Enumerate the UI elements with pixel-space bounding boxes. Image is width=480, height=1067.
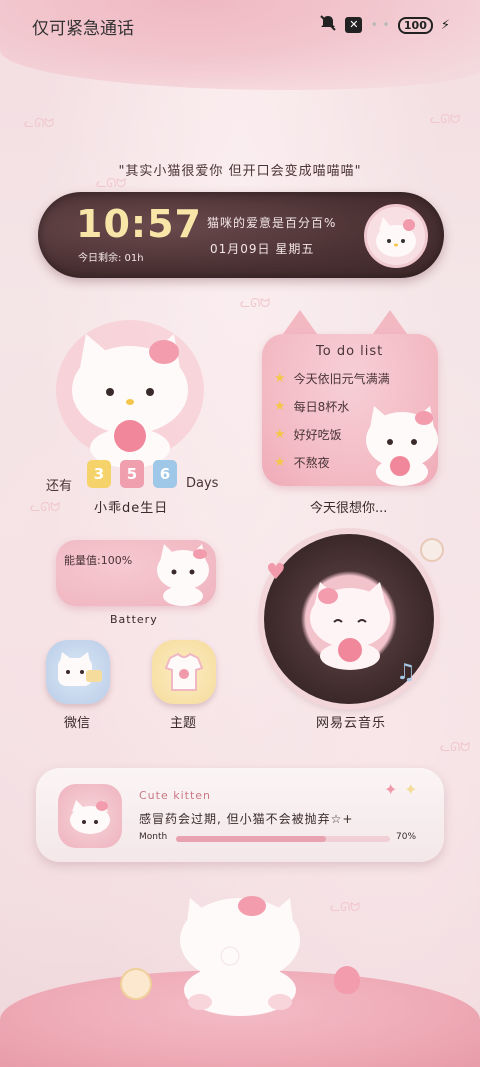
quote-text: "其实小猫很爱你 但开口会变成喵喵喵" xyxy=(118,164,362,179)
music-kitty-image xyxy=(298,570,402,674)
mute-bell-icon xyxy=(319,14,337,36)
bottom-kitty-image xyxy=(166,890,314,1020)
music-note-icon: ♫ xyxy=(396,660,416,685)
birthday-digit: 3 xyxy=(87,460,111,488)
todo-title: To do list xyxy=(316,344,384,359)
sparkle-icon: ✦ xyxy=(404,780,418,799)
tonearm-icon xyxy=(420,538,444,562)
todo-item-text: 每日8杯水 xyxy=(293,400,350,414)
x-status-icon: ✕ xyxy=(345,17,363,33)
todo-item-text: 好好吃饭 xyxy=(293,428,342,442)
background-kitty-icon: ᓚᘏᗢ xyxy=(240,296,271,310)
background-kitty-icon: ᓚᘏᗢ xyxy=(440,740,471,754)
player-month-label: Month xyxy=(139,832,168,842)
todo-item[interactable]: ★ 好好吃饭 xyxy=(274,426,342,443)
wechat-app-label: 微信 xyxy=(64,716,91,731)
birthday-suffix: Days xyxy=(186,476,219,491)
todo-item[interactable]: ★ 今天依旧元气满满 xyxy=(274,370,390,387)
heart-icon: ♥ xyxy=(266,560,286,585)
birthday-prefix: 还有 xyxy=(46,479,73,494)
star-icon: ★ xyxy=(274,455,286,470)
swirl-candy-icon xyxy=(120,968,152,1000)
clock-date: 01月09日 星期五 xyxy=(210,242,315,256)
birthday-name: 小乖de生日 xyxy=(94,501,169,516)
background-kitty-icon: ᓚᘏᗢ xyxy=(330,900,361,914)
background-kitty-icon: ᓚᘏᗢ xyxy=(24,116,55,130)
todo-caption: 今天很想你... xyxy=(310,501,388,516)
star-icon: ★ xyxy=(274,399,286,414)
theme-app-label: 主题 xyxy=(170,716,197,731)
clock-message: 猫咪的爱意是百分百% xyxy=(207,216,337,230)
background-kitty-icon: ᓚᘏᗢ xyxy=(30,500,61,514)
birthday-digit: 6 xyxy=(153,460,177,488)
player-lyric: 感冒药会过期, 但小猫不会被抛弃☆+ xyxy=(139,812,354,826)
energy-label: 能量值:100% xyxy=(64,554,133,567)
player-progress-fill xyxy=(176,836,326,842)
sparkle-icon: ✦ xyxy=(384,780,398,799)
todo-item-text: 今天依旧元气满满 xyxy=(293,372,390,386)
theme-shirt-icon xyxy=(164,652,204,691)
player-song-title: Cute kitten xyxy=(139,789,212,802)
wechat-kitty-icon xyxy=(58,652,102,686)
battery-icon: 100 xyxy=(397,16,433,34)
status-icons: ✕ • • 100 ⚡ xyxy=(319,14,450,36)
music-caption: 网易云音乐 xyxy=(316,716,387,731)
todo-item[interactable]: ★ 不熬夜 xyxy=(274,454,330,471)
todo-item[interactable]: ★ 每日8杯水 xyxy=(274,398,349,415)
background-kitty-icon: ᓚᘏᗢ xyxy=(430,112,461,126)
carrier-text: 仅可紧急通话 xyxy=(32,19,134,39)
kitty-avatar xyxy=(364,204,428,268)
star-icon: ★ xyxy=(274,427,286,442)
theme-app-icon[interactable] xyxy=(152,640,216,704)
birthday-digit: 5 xyxy=(120,460,144,488)
player-progress-bar[interactable] xyxy=(176,836,390,842)
battery-caption: Battery xyxy=(110,613,158,626)
todo-kitty-image xyxy=(356,400,446,488)
player-percent-label: 70% xyxy=(396,832,417,842)
player-album-art[interactable] xyxy=(58,784,122,848)
status-bar: 仅可紧急通话 ✕ • • 100 ⚡ xyxy=(0,0,480,48)
dots-icon: • • xyxy=(370,17,390,33)
todo-item-text: 不熬夜 xyxy=(293,456,330,470)
wechat-app-icon[interactable] xyxy=(46,640,110,704)
clock-time: 10:57 xyxy=(76,202,202,246)
birthday-kitty-image xyxy=(50,318,210,468)
battery-kitty-image xyxy=(150,540,216,608)
star-icon: ★ xyxy=(274,371,286,386)
strawberry-icon xyxy=(334,966,360,994)
charging-bolt-icon: ⚡ xyxy=(440,17,450,33)
clock-remaining: 今日剩余: 01h xyxy=(78,253,144,264)
